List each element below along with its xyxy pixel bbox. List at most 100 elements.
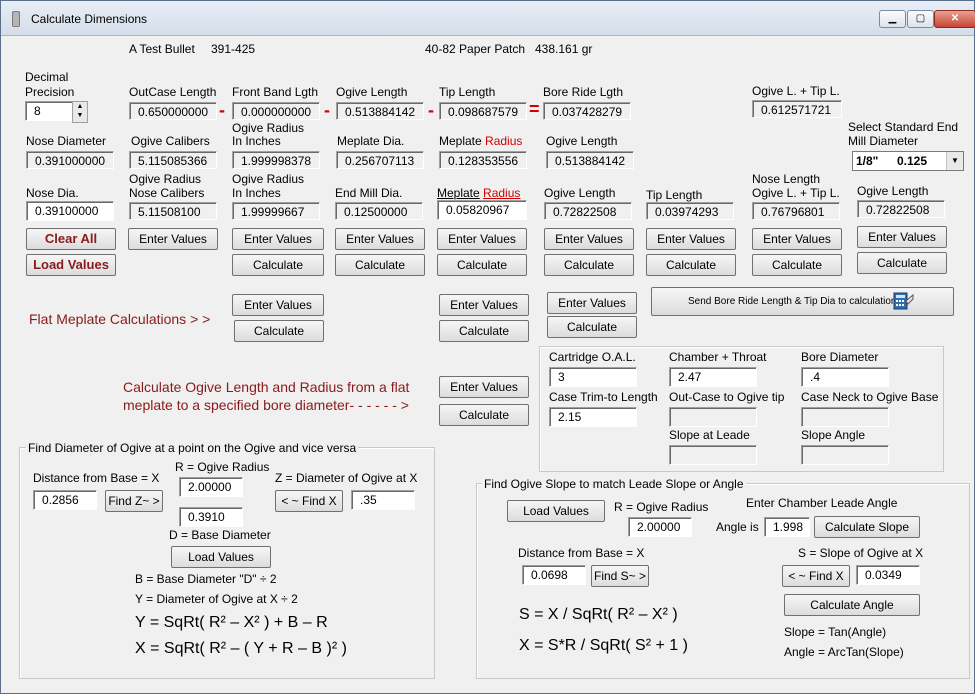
calculate-radius-button[interactable]: Calculate <box>232 254 324 276</box>
dg-find-x-button[interactable]: < ~ Find X <box>275 490 343 512</box>
enter-values-nose-button[interactable]: Enter Values <box>752 228 842 250</box>
precision-input[interactable]: 8 <box>25 101 73 121</box>
nose-diameter-field: 0.391000000 <box>26 151 114 169</box>
dg-d-input[interactable]: 0.3910 <box>179 507 243 527</box>
flat-enter-values-button[interactable]: Enter Values <box>232 294 324 316</box>
sg-distance-input[interactable]: 0.0698 <box>522 565 586 585</box>
precision-spinner[interactable]: ▲ ▼ <box>72 101 88 123</box>
sg-load-values-button[interactable]: Load Values <box>507 500 605 522</box>
calculate-tip-button[interactable]: Calculate <box>646 254 736 276</box>
spin-up-icon[interactable]: ▲ <box>77 103 84 110</box>
calculate-slope-button[interactable]: Calculate Slope <box>814 516 920 538</box>
dg-distance-input[interactable]: 0.2856 <box>33 490 97 510</box>
flat-calculate-3-button[interactable]: Calculate <box>547 316 637 338</box>
calc-ogive-line1: Calculate Ogive Length and Radius from a… <box>123 379 410 395</box>
ogive-calculate-button[interactable]: Calculate <box>439 404 529 426</box>
close-button[interactable]: ✕ <box>934 10 975 28</box>
calculate-ogive-button[interactable]: Calculate <box>544 254 634 276</box>
nose-dia-input[interactable]: 0.39100000 <box>26 201 114 221</box>
calculate-nose-button[interactable]: Calculate <box>752 254 842 276</box>
title-bar[interactable]: Calculate Dimensions ▁ ▢ ✕ <box>1 1 975 36</box>
ogive-length-4-field: 0.72822508 <box>857 200 945 218</box>
enter-values-radius-button[interactable]: Enter Values <box>232 228 324 250</box>
clear-all-button[interactable]: Clear All <box>26 228 116 250</box>
sg-angle-input[interactable]: 1.998 <box>764 517 810 537</box>
nose-calibers-label-line2: Nose Calibers <box>129 186 205 200</box>
sg-r-input[interactable]: 2.00000 <box>628 517 692 537</box>
window-title: Calculate Dimensions <box>31 12 148 26</box>
nose-calibers-label-line1: Ogive Radius <box>129 172 202 186</box>
enter-values-endmill-button[interactable]: Enter Values <box>335 228 425 250</box>
throat-input[interactable]: 2.47 <box>669 367 757 387</box>
meplate-dia-label: Meplate Dia. <box>337 134 405 148</box>
bore-diameter-label: Bore Diameter <box>801 350 879 364</box>
ogive-length-label: Ogive Length <box>336 85 408 99</box>
load-values-button[interactable]: Load Values <box>26 254 116 276</box>
bullet-name: A Test Bullet <box>129 42 195 56</box>
flat-enter-values-3-button[interactable]: Enter Values <box>547 292 637 314</box>
flat-enter-values-2-button[interactable]: Enter Values <box>439 294 529 316</box>
minus-operator-3: - <box>428 100 434 120</box>
ogive-length-2-label: Ogive Length <box>546 134 618 148</box>
dg-b-definition: B = Base Diameter "D" ÷ 2 <box>135 572 277 586</box>
meplate-radius-field: 0.128353556 <box>439 151 527 169</box>
bore-ride-field: 0.037428279 <box>543 102 631 120</box>
outcase-ogive-label: Out-Case to Ogive tip <box>669 390 785 404</box>
calculate-dimensions-window: Calculate Dimensions ▁ ▢ ✕ A Test Bullet… <box>0 0 975 694</box>
outcase-ogive-field <box>669 407 757 427</box>
find-z-button[interactable]: Find Z~ > <box>105 490 163 512</box>
calculate-angle-button[interactable]: Calculate Angle <box>784 594 920 616</box>
nose-length-label-line1: Nose Length <box>752 172 821 186</box>
enter-values-ogive-button[interactable]: Enter Values <box>544 228 634 250</box>
enter-values-tip-button[interactable]: Enter Values <box>646 228 736 250</box>
maximize-button[interactable]: ▢ <box>907 10 934 28</box>
dg-z-label: Z = Diameter of Ogive at X <box>275 471 418 485</box>
outcase-label: OutCase Length <box>129 85 217 99</box>
sg-s-label: S = Slope of Ogive at X <box>798 546 924 560</box>
chevron-down-icon[interactable]: ▼ <box>946 152 963 170</box>
oal-input[interactable]: 3 <box>549 367 637 387</box>
flat-calculate-button[interactable]: Calculate <box>234 320 324 342</box>
patch-weight: 438.161 gr <box>535 42 593 56</box>
ogive-length-field: 0.513884142 <box>336 102 424 120</box>
sg-find-x-button[interactable]: < ~ Find X <box>782 565 850 587</box>
slope-group-title: Find Ogive Slope to match Leade Slope or… <box>482 477 746 491</box>
case-neck-field <box>801 407 889 427</box>
enter-values-calibers-button[interactable]: Enter Values <box>128 228 218 250</box>
ogive-length-3-field: 0.72822508 <box>544 202 632 220</box>
calculate-endmill-button[interactable]: Calculate <box>335 254 425 276</box>
ogive-length-4-label: Ogive Length <box>857 184 929 198</box>
ogive-enter-values-button[interactable]: Enter Values <box>439 376 529 398</box>
send-bore-ride-label: Send Bore Ride Length & Tip Dia to calcu… <box>688 296 902 307</box>
ogive-radius-label-line2: In Inches <box>232 134 281 148</box>
find-s-button[interactable]: Find S~ > <box>591 565 649 587</box>
calculate-ogive2-button[interactable]: Calculate <box>857 252 947 274</box>
flat-calculate-2-button[interactable]: Calculate <box>439 320 529 342</box>
ogive-radius-3-label-line2: In Inches <box>232 186 281 200</box>
dg-z-input[interactable]: .35 <box>351 490 415 510</box>
precision-label-line2: Precision <box>25 85 75 99</box>
bullet-icon <box>12 11 20 27</box>
send-bore-ride-button[interactable]: Send Bore Ride Length & Tip Dia to calcu… <box>651 287 954 316</box>
meplate-radius-3-input[interactable]: 0.05820967 <box>437 200 527 220</box>
enter-values-ogive2-button[interactable]: Enter Values <box>857 226 947 248</box>
trim-input[interactable]: 2.15 <box>549 407 637 427</box>
minimize-button[interactable]: ▁ <box>879 10 906 28</box>
ogive-radius-field: 1.999998378 <box>232 151 320 169</box>
calculate-meplate-button[interactable]: Calculate <box>437 254 527 276</box>
throat-label: Chamber + Throat <box>669 350 767 364</box>
spin-down-icon[interactable]: ▼ <box>77 112 84 119</box>
dg-r-input[interactable]: 2.00000 <box>179 477 243 497</box>
bore-diameter-input[interactable]: .4 <box>801 367 889 387</box>
sg-r-label: R = Ogive Radius <box>614 500 709 514</box>
enter-values-meplate-button[interactable]: Enter Values <box>437 228 527 250</box>
flat-meplate-label: Flat Meplate Calculations > > <box>29 311 211 327</box>
dg-load-values-button[interactable]: Load Values <box>171 546 271 568</box>
calc-ogive-line2: meplate to a specified bore diameter- - … <box>123 397 409 413</box>
endmill-decimal: 0.125 <box>897 154 928 168</box>
nose-diameter-label: Nose Diameter <box>26 134 107 148</box>
endmill-select[interactable]: 1/8" 0.125 ▼ <box>852 151 964 171</box>
sg-angle-is-label: Angle is <box>716 520 759 534</box>
trim-label: Case Trim-to Length <box>549 390 658 404</box>
sg-s-input[interactable]: 0.0349 <box>856 565 920 585</box>
